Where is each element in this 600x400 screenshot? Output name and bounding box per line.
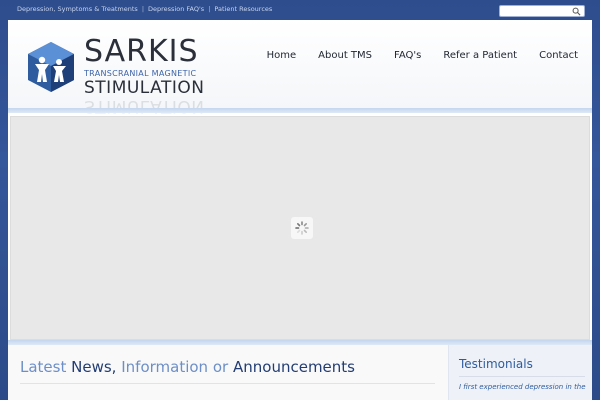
top-link-patient-resources[interactable]: Patient Resources <box>214 5 272 13</box>
latest-underline <box>20 383 435 384</box>
search-box[interactable] <box>499 5 585 25</box>
nav-home[interactable]: Home <box>267 50 297 61</box>
testimonial-text: I first experienced depression in the <box>459 383 586 391</box>
logo-cube-icon <box>28 42 74 92</box>
logo-stimulation: STIMULATION <box>84 78 205 98</box>
site-logo[interactable]: SARKIS TRANSCRANIAL MAGNETIC STIMULATION… <box>26 32 204 116</box>
top-link-separator: | <box>141 5 145 13</box>
site-header: SARKIS TRANSCRANIAL MAGNETIC STIMULATION… <box>8 20 592 116</box>
search-icon[interactable] <box>572 7 581 16</box>
testimonials-title: Testimonials <box>459 357 533 371</box>
top-link-separator: | <box>208 5 211 13</box>
nav-about-tms[interactable]: About TMS <box>318 50 372 61</box>
top-link-depression-symptoms[interactable]: Depression, Symptoms & Treatments <box>17 5 138 13</box>
testimonials-sidebar: Testimonials I first experienced depress… <box>448 345 592 400</box>
latest-word-information: Information <box>121 358 209 376</box>
logo-subtitle: TRANSCRANIAL MAGNETIC <box>84 69 197 78</box>
spinner-icon <box>295 221 309 235</box>
latest-heading: Latest News, Information or Announcement… <box>20 358 355 376</box>
latest-word-latest: Latest <box>20 358 67 376</box>
latest-word-or: or <box>212 358 229 376</box>
nav-faqs[interactable]: FAQ's <box>394 50 421 61</box>
top-link-depression-faqs[interactable]: Depression FAQ's <box>148 5 204 13</box>
top-links: Depression, Symptoms & Treatments | Depres… <box>17 5 272 13</box>
logo-title: SARKIS <box>84 34 199 69</box>
content-area: Latest News, Information or Announcement… <box>8 345 592 400</box>
latest-word-news: News, <box>71 358 117 376</box>
nav-contact[interactable]: Contact <box>539 50 578 61</box>
latest-word-announcements: Announcements <box>233 358 355 376</box>
hero-slider[interactable] <box>10 116 590 340</box>
header-divider <box>8 108 592 113</box>
top-utility-bar: Depression, Symptoms & Treatments | Depres… <box>0 0 600 25</box>
testimonials-underline <box>459 376 585 377</box>
page-container: SARKIS TRANSCRANIAL MAGNETIC STIMULATION… <box>8 20 592 400</box>
loading-spinner <box>291 217 313 239</box>
main-nav: Home About TMS FAQ's Refer a Patient Con… <box>245 50 578 61</box>
nav-refer-a-patient[interactable]: Refer a Patient <box>443 50 517 61</box>
logo-reflection: STIMULATION <box>84 96 205 116</box>
